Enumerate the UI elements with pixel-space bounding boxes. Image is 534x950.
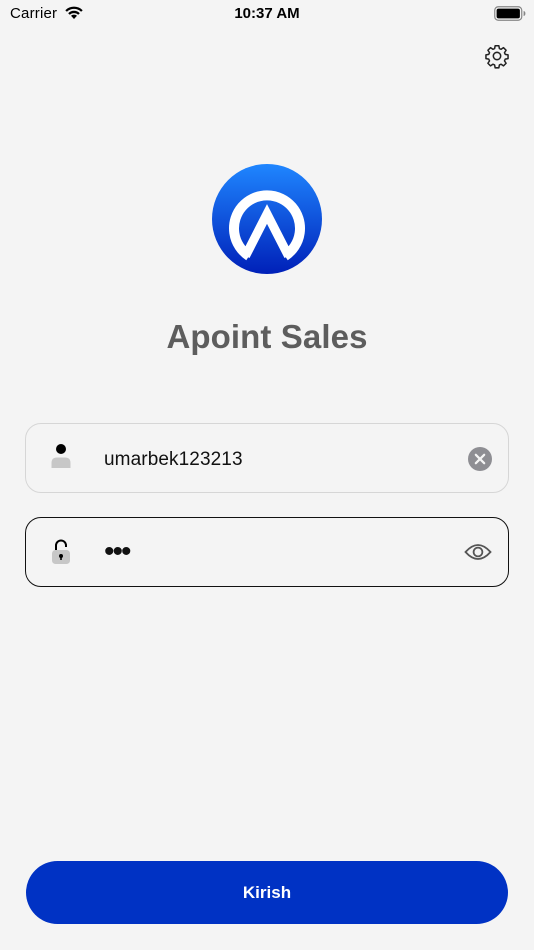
username-field[interactable]: umarbek123213 xyxy=(25,423,509,493)
password-value[interactable]: ••• xyxy=(104,537,131,567)
gear-icon[interactable] xyxy=(484,43,510,69)
status-bar: Carrier 10:37 AM xyxy=(0,0,534,30)
login-button-label: Kirish xyxy=(242,882,292,902)
status-time: 10:37 AM xyxy=(234,5,300,22)
lock-icon xyxy=(52,539,70,564)
username-value[interactable]: umarbek123213 xyxy=(104,449,243,471)
password-field[interactable]: ••• xyxy=(25,517,509,587)
battery-icon xyxy=(494,6,526,21)
apoint-logo xyxy=(212,164,322,274)
login-button[interactable]: Kirish xyxy=(26,861,508,924)
clear-icon[interactable] xyxy=(468,447,492,471)
eye-icon[interactable] xyxy=(464,542,492,562)
user-icon xyxy=(51,444,71,468)
app-title: Apoint Sales xyxy=(166,318,368,355)
